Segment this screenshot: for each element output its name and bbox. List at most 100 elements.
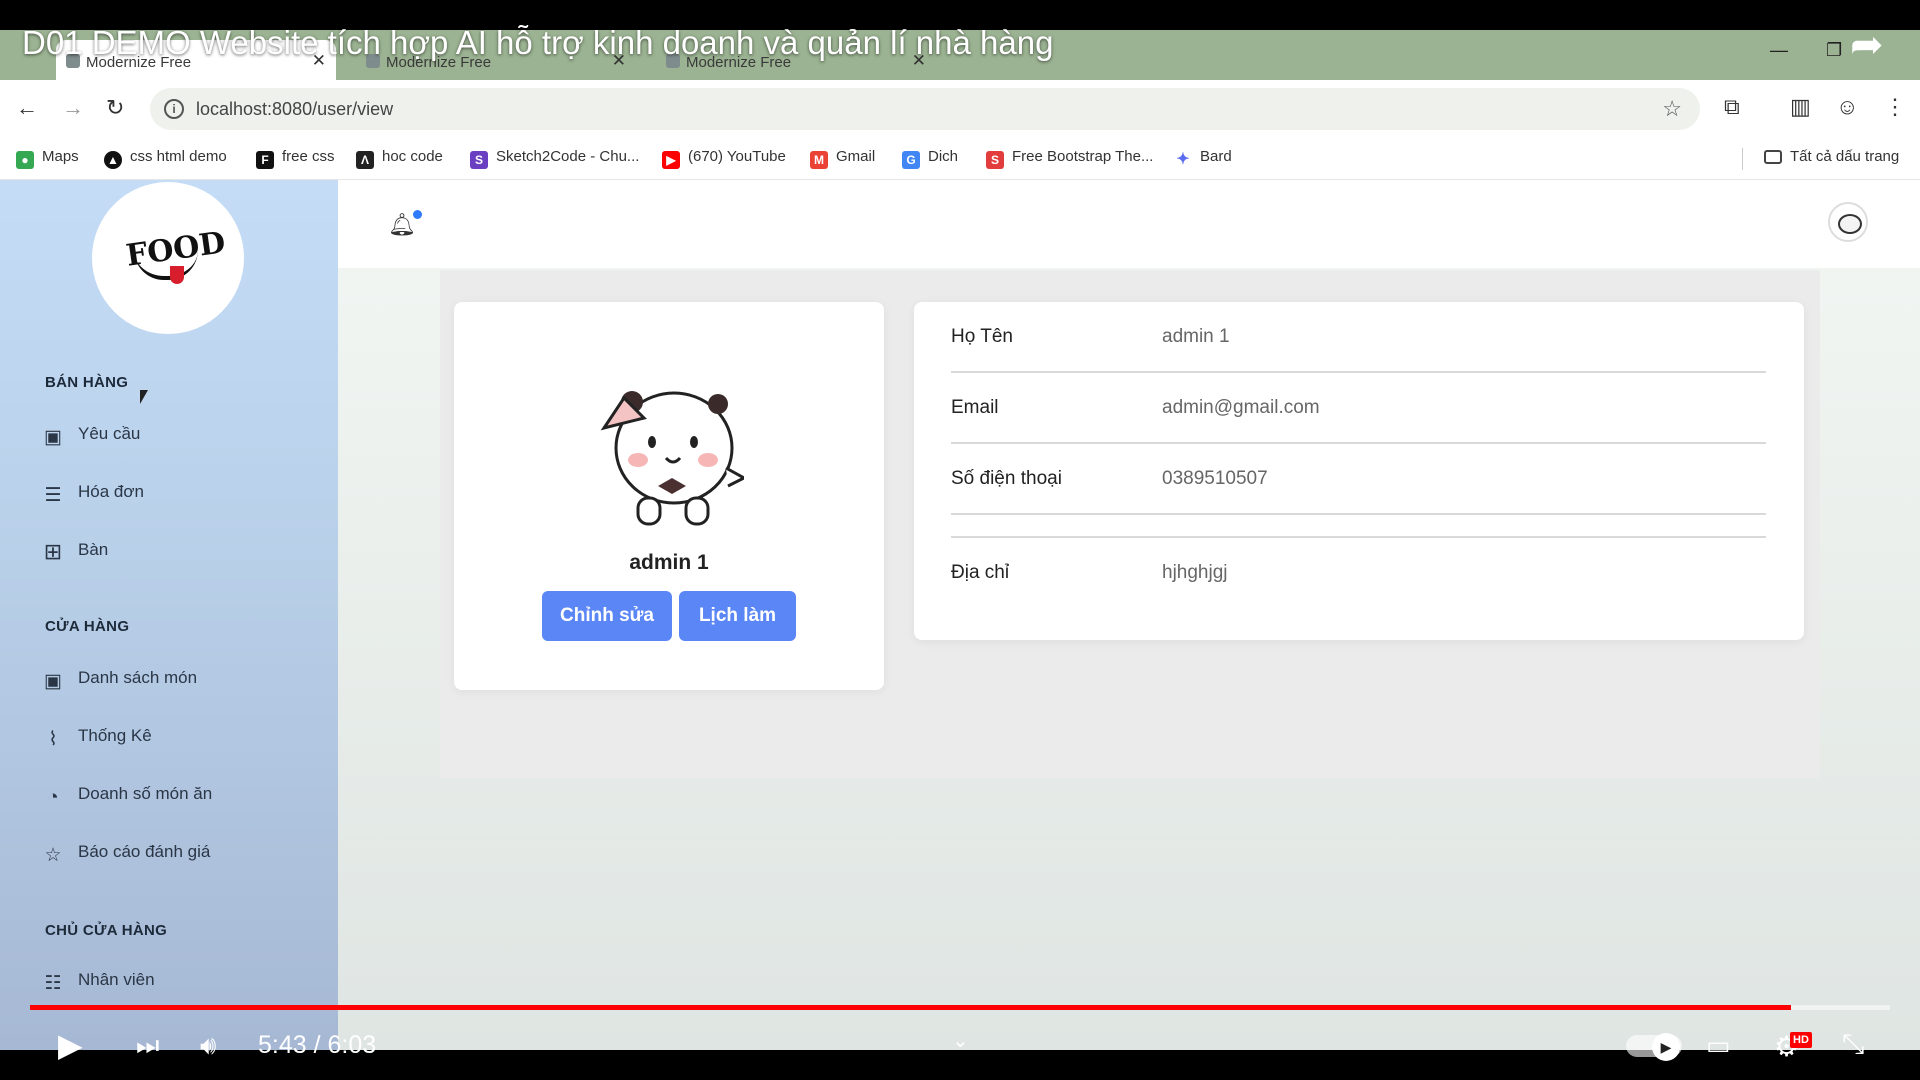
invoice-icon: ☰: [44, 485, 62, 506]
autoplay-play-icon: ▶: [1652, 1033, 1680, 1061]
s-icon: S: [986, 151, 1004, 169]
hd-badge: HD: [1790, 1032, 1812, 1048]
section-title-cua-hang: CỬA HÀNG: [45, 618, 130, 635]
menu-kebab-icon[interactable]: ⋮: [1884, 94, 1906, 120]
section-title-ban-hang: BÁN HÀNG: [45, 374, 129, 391]
address-bar[interactable]: i localhost:8080/user/view ☆: [150, 88, 1700, 130]
video-title: D01 DEMO Website tích hợp AI hỗ trợ kinh…: [22, 24, 1054, 61]
user-info-card: Họ Tên admin 1 Email admin@gmail.com Số …: [914, 302, 1804, 640]
bookmark-css-html-demo[interactable]: ▲ css html demo: [104, 148, 227, 169]
info-label: Số điện thoại: [951, 468, 1062, 489]
mouse-cursor: [140, 390, 148, 404]
info-value: admin 1: [1162, 326, 1230, 347]
next-icon[interactable]: ⏭: [136, 1030, 159, 1062]
content-area: admin 1 Chỉnh sửa Lịch làm Họ Tên admin …: [440, 270, 1820, 778]
extensions-icon[interactable]: ⧉: [1724, 94, 1740, 120]
sidebar-item-ban[interactable]: ⊞ Bàn: [42, 540, 108, 563]
code-icon: Λ: [356, 151, 374, 169]
info-row-email: Email admin@gmail.com: [951, 373, 1766, 444]
folder-icon: [1764, 150, 1782, 164]
logo-smile-icon: [134, 250, 198, 280]
bell-icon[interactable]: 🔔︎: [388, 212, 416, 238]
sidebar-item-bao-cao-danh-gia[interactable]: ☆ Báo cáo đánh giá: [42, 842, 210, 867]
bookmark-star-icon[interactable]: ☆: [1662, 96, 1682, 122]
profile-card: admin 1 Chỉnh sửa Lịch làm: [454, 302, 884, 690]
info-value: hjhghjgj: [1162, 562, 1228, 583]
page-header: 🔔︎: [338, 180, 1920, 268]
video-progress-fill: [30, 1005, 1792, 1010]
info-row-name: Họ Tên admin 1: [951, 302, 1766, 373]
maps-icon: ●: [16, 151, 34, 169]
site-info-icon[interactable]: i: [164, 99, 184, 119]
bookmarks-bar: ● Maps ▲ css html demo Ffree css Λhoc code…: [0, 138, 1920, 180]
f-icon: F: [256, 151, 274, 169]
forward-icon[interactable]: →: [62, 96, 84, 120]
share-icon[interactable]: ➦: [1850, 22, 1884, 68]
restore-icon[interactable]: ❐: [1826, 40, 1842, 61]
video-time: 5:43 / 6:03: [258, 1031, 377, 1059]
bookmark-free-css[interactable]: Ffree css: [256, 148, 335, 169]
web-page: FOOD BÁN HÀNG ▣ Yêu cầu ☰ Hóa đơn ⊞ Bàn CỬA…: [0, 180, 1920, 1050]
star-icon: ☆: [44, 845, 62, 866]
chart-line-icon: ⌇: [48, 729, 58, 750]
sketch2code-icon: S: [470, 151, 488, 169]
volume-icon[interactable]: 🔊︎: [200, 1030, 216, 1062]
bookmark-bard[interactable]: ✦ Bard: [1174, 148, 1231, 169]
bookmark-gmail[interactable]: M Gmail: [810, 148, 875, 169]
info-value: 0389510507: [1162, 468, 1268, 489]
info-label: Họ Tên: [951, 326, 1013, 347]
profile-icon[interactable]: ☺: [1836, 94, 1858, 120]
users-list-icon: ☷: [44, 973, 62, 994]
back-icon[interactable]: ←: [16, 96, 38, 120]
panda-avatar-icon: [600, 391, 744, 526]
sidebar-item-nhan-vien[interactable]: ☷ Nhân viên: [42, 970, 154, 995]
bookmark-free-bootstrap[interactable]: S Free Bootstrap The...: [986, 148, 1153, 169]
browser-toolbar: ← → ↻ i localhost:8080/user/view ☆ ⧉ ▥ ☺…: [0, 80, 1920, 138]
sidebar-item-doanh-so-mon-an[interactable]: ◔ Doanh số món ăn: [42, 784, 212, 809]
video-progress-bar[interactable]: [30, 1005, 1890, 1010]
bookmark-dich[interactable]: G Dich: [902, 148, 958, 169]
translate-icon: G: [902, 151, 920, 169]
gmail-icon: M: [810, 151, 828, 169]
youtube-icon: ▶: [662, 151, 680, 169]
notification-dot: [413, 210, 422, 219]
pie-chart-icon: ◔: [47, 787, 59, 808]
exit-fullscreen-icon[interactable]: ⤡: [1842, 1028, 1864, 1061]
bookmark-youtube[interactable]: ▶ (670) YouTube: [662, 148, 786, 169]
sidebar-item-yeu-cau[interactable]: ▣ Yêu cầu: [42, 424, 140, 449]
edit-profile-button[interactable]: Chỉnh sửa: [542, 591, 672, 641]
triangle-icon: ▲: [104, 151, 122, 169]
food-logo[interactable]: FOOD: [92, 182, 244, 334]
info-row-address: Địa chỉ hjhghjgj: [951, 536, 1766, 607]
bookmarks-divider: [1742, 148, 1743, 170]
user-card-icon: ▣: [44, 671, 62, 692]
logo-tongue-icon: [170, 266, 184, 284]
url-text[interactable]: localhost:8080/user/view: [196, 99, 393, 120]
subtitles-icon[interactable]: ▭: [1706, 1030, 1731, 1061]
work-schedule-button[interactable]: Lịch làm: [679, 591, 796, 641]
bard-icon: ✦: [1176, 151, 1190, 168]
video-frame: Modernize Free ✕ Modernize Free ✕ Modern…: [0, 0, 1920, 1080]
info-label: Email: [951, 397, 999, 418]
user-avatar[interactable]: [1828, 202, 1868, 242]
user-card-icon: ▣: [44, 427, 62, 448]
all-bookmarks-folder[interactable]: Tất cả dấu trang: [1764, 148, 1899, 165]
side-panel-icon[interactable]: ▥: [1790, 94, 1811, 120]
info-value: admin@gmail.com: [1162, 397, 1320, 418]
play-icon[interactable]: ▶: [58, 1026, 83, 1064]
sidebar-item-hoa-don[interactable]: ☰ Hóa đơn: [42, 482, 144, 507]
sidebar-item-danh-sach-mon[interactable]: ▣ Danh sách món: [42, 668, 197, 693]
profile-name: admin 1: [629, 551, 709, 574]
bookmark-sketch2code[interactable]: S Sketch2Code - Chu...: [470, 148, 639, 169]
grid-icon: ⊞: [43, 539, 63, 564]
chevron-down-icon[interactable]: ⌄: [952, 1028, 969, 1053]
minimize-icon[interactable]: —: [1770, 40, 1788, 61]
bookmark-maps[interactable]: ● Maps: [16, 148, 79, 169]
bookmark-hoc-code[interactable]: Λhoc code: [356, 148, 443, 169]
sidebar: FOOD BÁN HÀNG ▣ Yêu cầu ☰ Hóa đơn ⊞ Bàn CỬA…: [0, 180, 338, 1050]
section-title-chu-cua-hang: CHỦ CỬA HÀNG: [45, 922, 168, 939]
reload-icon[interactable]: ↻: [106, 96, 124, 120]
info-label: Địa chỉ: [951, 562, 1010, 583]
sidebar-item-thong-ke[interactable]: ⌇ Thống Kê: [42, 726, 151, 751]
info-row-phone: Số điện thoại 0389510507: [951, 444, 1766, 515]
